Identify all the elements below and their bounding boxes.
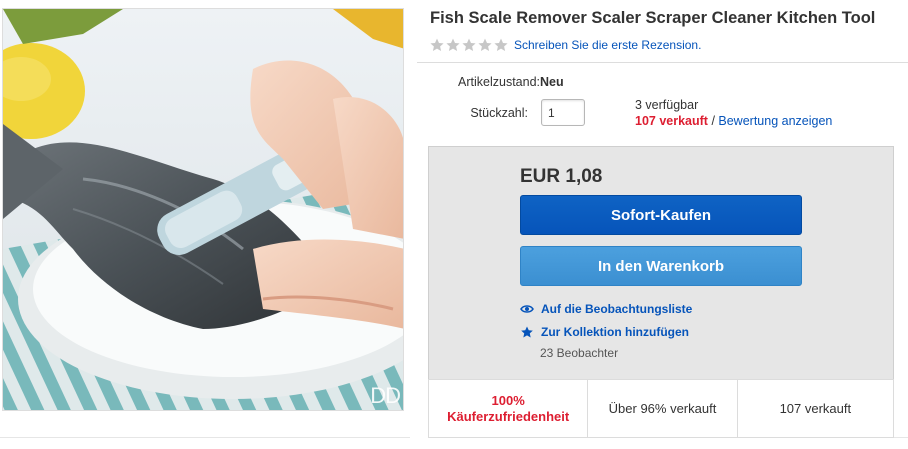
separator: /: [707, 114, 719, 128]
watcher-count: 23 Beobachter: [540, 346, 619, 360]
buy-now-button[interactable]: Sofort-Kaufen: [520, 195, 802, 235]
product-image[interactable]: DD: [2, 8, 404, 411]
rating-star-icon: [446, 38, 460, 51]
collection-label: Zur Kollektion hinzufügen: [541, 325, 689, 339]
divider: [0, 437, 410, 438]
star-icon: [521, 326, 533, 338]
rating-star-icon: [430, 38, 444, 51]
rating-row: Schreiben Sie die erste Rezension.: [430, 36, 701, 54]
condition-value: Neu: [540, 75, 564, 89]
watchlist-label: Auf die Beobachtungsliste: [541, 302, 693, 316]
product-photo-illustration: [3, 9, 403, 410]
condition-label: Artikelzustand:: [458, 75, 540, 89]
add-to-cart-button[interactable]: In den Warenkorb: [520, 246, 802, 286]
rating-star-icon: [494, 38, 508, 51]
sold-count[interactable]: 107 verkauft: [635, 114, 708, 128]
satisfaction-percent: 100%: [491, 392, 525, 408]
satisfaction-label: Käuferzufriedenheit: [447, 408, 570, 424]
price: EUR 1,08: [520, 166, 603, 187]
quantity-label: Stückzahl:: [470, 106, 528, 120]
product-title: Fish Scale Remover Scaler Scraper Cleane…: [430, 9, 876, 27]
available-count: 3 verfügbar: [635, 98, 699, 112]
sold-row: 107 verkauft / Bewertung anzeigen: [635, 114, 832, 128]
stat-satisfaction: 100% Käuferzufriedenheit: [429, 380, 589, 437]
add-to-watchlist-link[interactable]: Auf die Beobachtungsliste: [520, 302, 692, 316]
image-watermark: DD: [370, 383, 401, 408]
write-review-link[interactable]: Schreiben Sie die erste Rezension.: [514, 38, 701, 52]
feedback-link[interactable]: Bewertung anzeigen: [718, 114, 832, 128]
rating-star-icon: [478, 38, 492, 51]
divider: [417, 62, 908, 63]
rating-star-icon: [462, 38, 476, 51]
stat-sold-count: 107 verkauft: [779, 401, 852, 416]
stat-sold-percent: Über 96% verkauft: [588, 380, 738, 437]
rating-stars[interactable]: [430, 38, 508, 52]
buy-box: EUR 1,08 Sofort-Kaufen In den Warenkorb …: [428, 146, 894, 438]
quantity-input[interactable]: [541, 99, 585, 126]
seller-stats: 100% Käuferzufriedenheit Über 96% verkau…: [428, 379, 894, 438]
eye-icon: [520, 305, 534, 313]
add-to-collection-link[interactable]: Zur Kollektion hinzufügen: [520, 325, 689, 339]
